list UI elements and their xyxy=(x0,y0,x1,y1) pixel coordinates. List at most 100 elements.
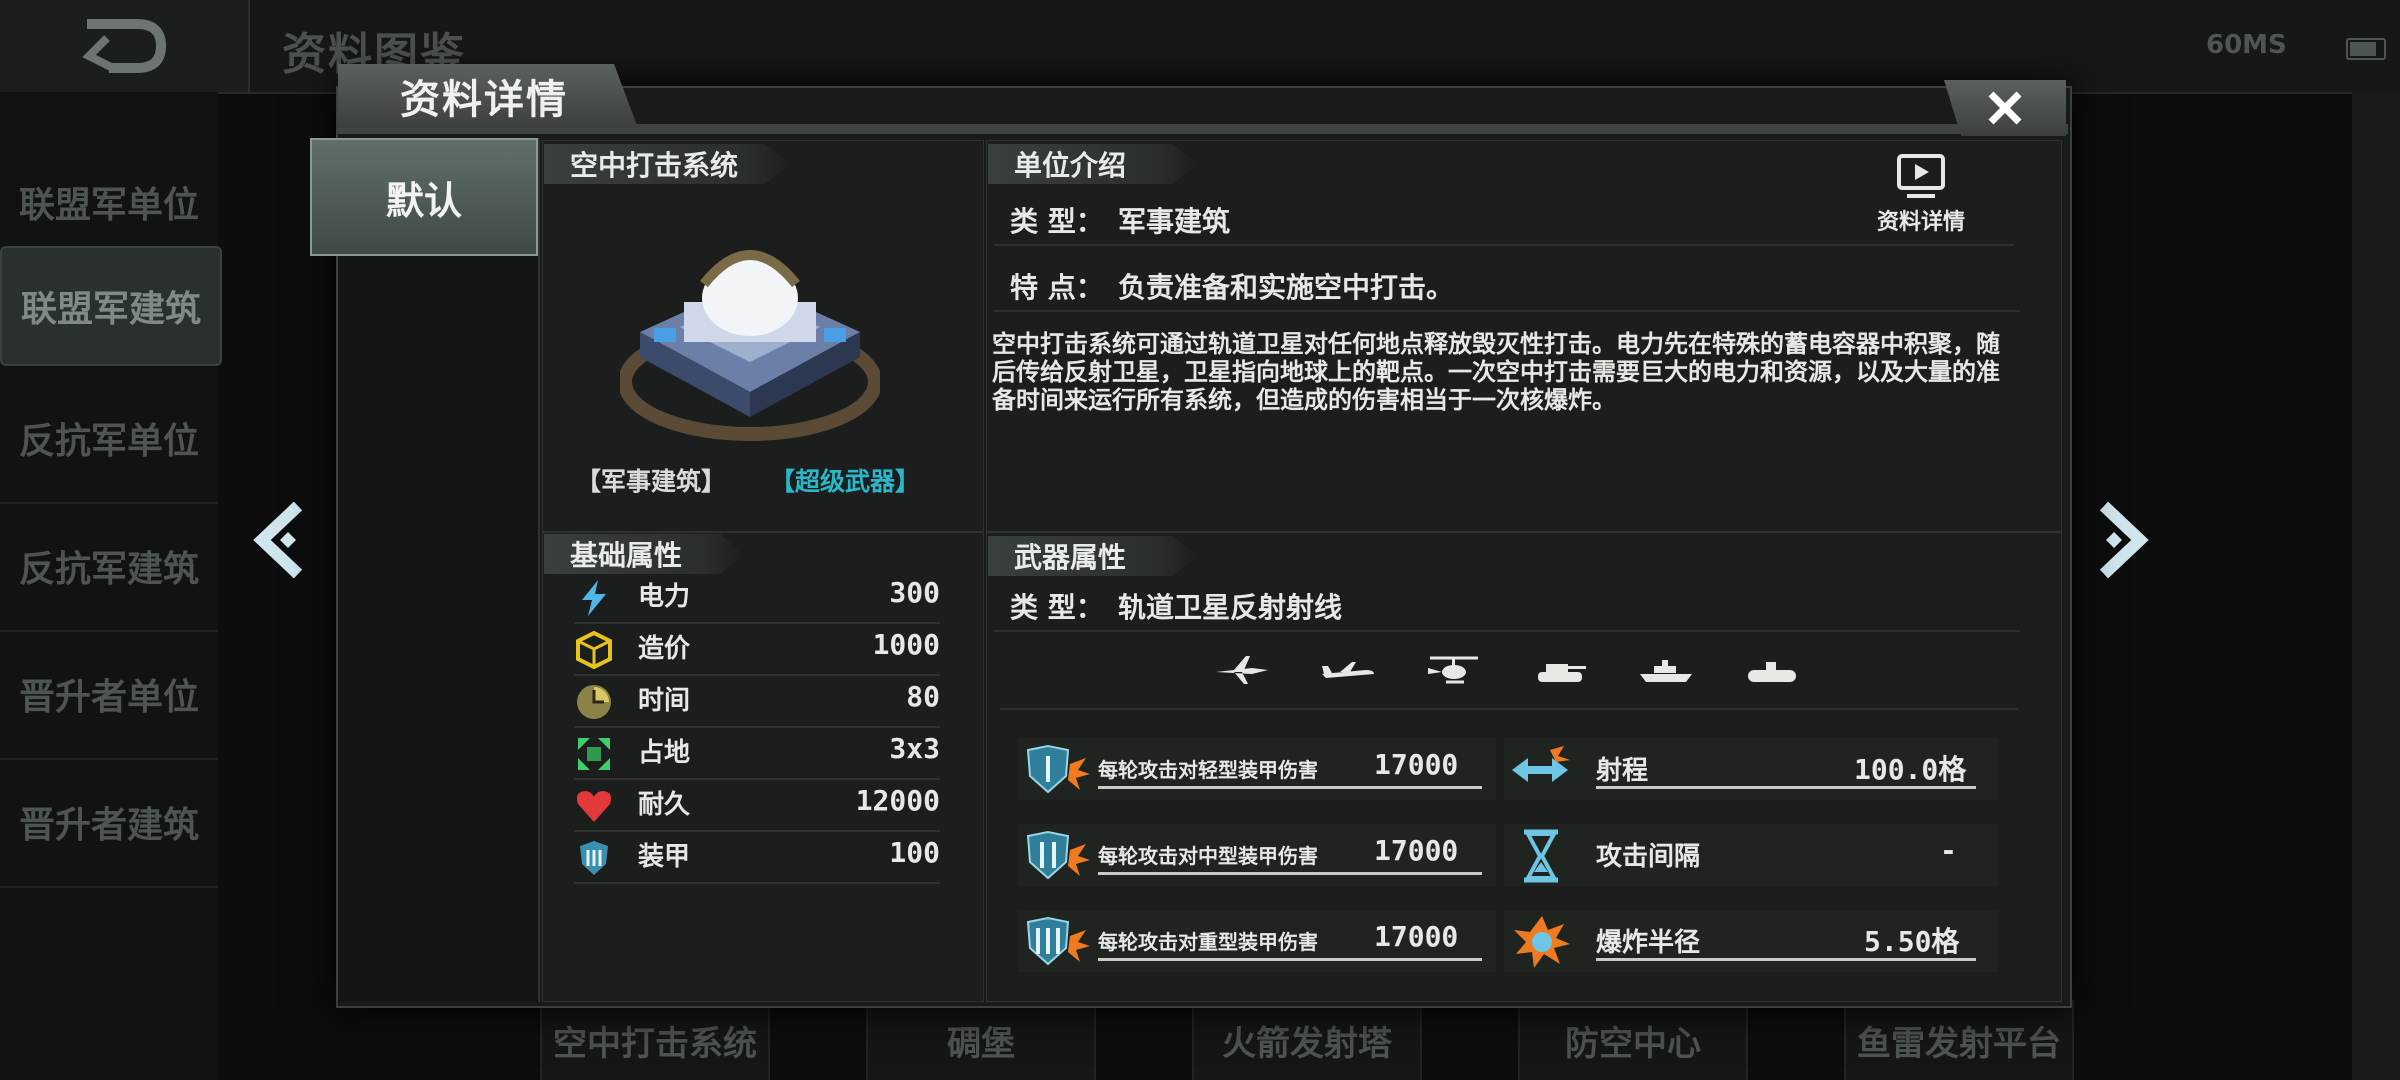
tab-label: 防空中心 xyxy=(1565,1023,1701,1064)
variant-default-tab[interactable]: 默认 xyxy=(310,138,538,256)
tab-anti-air[interactable]: 防空中心 xyxy=(1518,1000,1748,1080)
light-armor-damage-icon xyxy=(1026,744,1090,794)
underline xyxy=(1596,786,1976,789)
tab-rocket-tower[interactable]: 火箭发射塔 xyxy=(1192,1000,1422,1080)
weapon-blast-radius-row: 爆炸半径 5.50格 xyxy=(1504,910,1998,972)
tank-icon xyxy=(1538,664,1586,682)
background-scene xyxy=(2352,92,2400,1080)
next-arrow-icon[interactable] xyxy=(2084,500,2154,580)
tab-label: 火箭发射塔 xyxy=(1222,1023,1392,1064)
category-sidebar: 联盟军单位 联盟军建筑 反抗军单位 反抗军建筑 晋升者单位 晋升者建筑 xyxy=(0,92,222,1080)
footprint-icon xyxy=(578,738,610,770)
base-stats-header: 基础属性 xyxy=(544,534,744,574)
damage-value: 17000 xyxy=(1374,834,1459,867)
damage-label: 每轮攻击对轻型装甲伤害 xyxy=(1098,758,1318,782)
video-detail-button[interactable]: 资料详情 xyxy=(1866,152,1976,242)
sidebar-item-label: 反抗军建筑 xyxy=(18,549,199,590)
tab-bunker[interactable]: 碉堡 xyxy=(866,1000,1096,1080)
damage-row-light: 每轮攻击对轻型装甲伤害 17000 xyxy=(1018,738,1496,800)
tab-air-strike[interactable]: 空中打击系统 xyxy=(540,1000,770,1080)
unit-feature-line: 特 点： 负责准备和实施空中打击。 xyxy=(994,260,2020,312)
previous-arrow-icon[interactable] xyxy=(248,500,318,580)
play-video-icon xyxy=(1897,154,1945,198)
battery-icon xyxy=(2346,38,2386,60)
weapon-type-value: 轨道卫星反射射线 xyxy=(1118,591,1343,624)
weapon-stat-value: 100.0格 xyxy=(1854,753,1967,786)
unit-name-header: 空中打击系统 xyxy=(544,144,794,184)
sidebar-item-label: 联盟军单位 xyxy=(18,185,199,226)
underline xyxy=(1596,958,1976,961)
unit-intro-header: 单位介绍 xyxy=(988,144,1198,184)
weapon-header: 武器属性 xyxy=(988,536,1198,576)
back-icon xyxy=(82,19,167,73)
underline xyxy=(1098,872,1482,875)
tab-label: 空中打击系统 xyxy=(553,1023,757,1064)
bomber-icon xyxy=(1322,662,1374,678)
air-strike-building-image xyxy=(620,250,880,441)
stat-value: 12000 xyxy=(855,784,940,817)
weapon-type-key: 类 型： xyxy=(1010,591,1104,624)
damage-value: 17000 xyxy=(1374,748,1459,781)
ship-icon xyxy=(1640,660,1692,682)
stat-label: 造价 xyxy=(638,634,691,664)
stat-row-footprint: 占地 3x3 xyxy=(574,728,940,780)
weapon-stat-label: 攻击间隔 xyxy=(1596,842,1701,872)
range-icon xyxy=(1512,746,1570,782)
stat-row-health: 耐久 12000 xyxy=(574,780,940,832)
fighter-jet-icon xyxy=(1216,656,1268,684)
underline xyxy=(1098,786,1482,789)
cost-icon xyxy=(576,630,612,670)
close-button[interactable] xyxy=(1944,80,2066,136)
sidebar-item-label: 晋升者单位 xyxy=(18,677,199,718)
weapon-stat-value: 5.50格 xyxy=(1864,925,1960,958)
medium-armor-damage-icon xyxy=(1026,830,1090,880)
stat-value: 100 xyxy=(889,836,940,869)
power-icon xyxy=(582,580,606,616)
time-icon xyxy=(577,685,611,719)
health-icon xyxy=(576,791,612,822)
sidebar-item-ascended-buildings[interactable]: 晋升者建筑 xyxy=(0,758,218,888)
sidebar-item-resistance-units[interactable]: 反抗军单位 xyxy=(0,374,218,504)
heavy-armor-damage-icon xyxy=(1026,916,1090,966)
stat-value: 80 xyxy=(906,680,940,713)
sidebar-item-allied-buildings[interactable]: 联盟军建筑 xyxy=(0,246,222,366)
hourglass-icon xyxy=(1524,829,1558,883)
weapon-range-row: 射程 100.0格 xyxy=(1504,738,1998,800)
underline xyxy=(1098,958,1482,961)
tab-label: 鱼雷发射平台 xyxy=(1857,1023,2061,1064)
sidebar-item-label: 反抗军单位 xyxy=(18,421,199,462)
building-tabs: 空中打击系统 碉堡 火箭发射塔 防空中心 鱼雷发射平台 xyxy=(540,1000,2080,1080)
stat-label: 耐久 xyxy=(638,790,691,820)
tab-label: 碉堡 xyxy=(947,1023,1015,1064)
unit-description: 空中打击系统可通过轨道卫星对任何地点释放毁灭性打击。电力先在特殊的蓄电容器中积聚… xyxy=(992,330,2000,414)
unit-type-value: 军事建筑 xyxy=(1118,205,1231,238)
divider xyxy=(1000,708,2018,710)
tab-torpedo-platform[interactable]: 鱼雷发射平台 xyxy=(1844,1000,2074,1080)
weapon-interval-row: 攻击间隔 - xyxy=(1504,824,1998,886)
stat-value: 300 xyxy=(889,576,940,609)
unit-type-line: 类 型： 军事建筑 xyxy=(994,194,2014,246)
helicopter-icon xyxy=(1428,656,1478,684)
explosion-icon xyxy=(1514,916,1570,968)
weapon-type-line: 类 型： 轨道卫星反射射线 xyxy=(994,580,2020,632)
sidebar-item-label: 联盟军建筑 xyxy=(20,289,201,330)
stat-row-cost: 造价 1000 xyxy=(574,624,940,676)
unit-feature-value: 负责准备和实施空中打击。 xyxy=(1118,271,1455,304)
sidebar-item-label: 晋升者建筑 xyxy=(18,805,199,846)
sidebar-item-ascended-units[interactable]: 晋升者单位 xyxy=(0,630,218,760)
sidebar-item-resistance-buildings[interactable]: 反抗军建筑 xyxy=(0,502,218,632)
weapon-stat-label: 射程 xyxy=(1596,756,1649,786)
modal-title: 资料详情 xyxy=(338,64,638,128)
unit-type-key: 类 型： xyxy=(1010,205,1104,238)
stat-label: 电力 xyxy=(638,582,691,612)
submarine-icon xyxy=(1748,662,1796,682)
stat-value: 3x3 xyxy=(889,732,940,765)
back-button[interactable] xyxy=(0,0,250,92)
stat-row-time: 时间 80 xyxy=(574,676,940,728)
unit-feature-key: 特 点： xyxy=(1010,271,1104,304)
ping-indicator: 60MS xyxy=(2206,30,2287,60)
stat-row-armor: 装甲 100 xyxy=(574,832,940,884)
category-tag: 【军事建筑】 xyxy=(576,467,727,496)
superweapon-tag: 【超级武器】 xyxy=(770,467,921,496)
weapon-stat-value: - xyxy=(1940,834,1957,867)
